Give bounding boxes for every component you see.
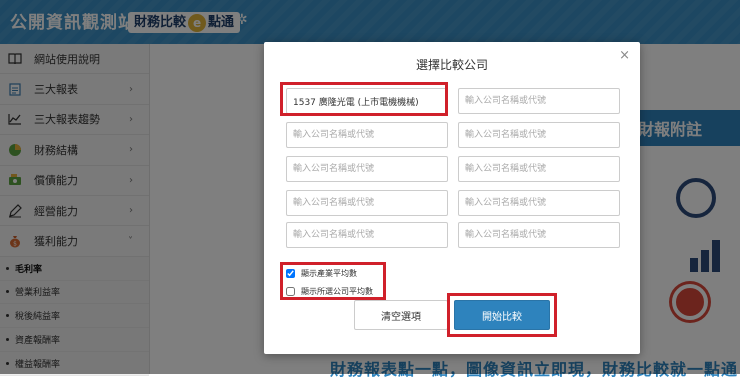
company-input-5[interactable] xyxy=(286,156,448,182)
company-input-10[interactable] xyxy=(458,222,620,248)
highlight-box-start xyxy=(447,293,557,337)
highlight-box-company xyxy=(280,82,448,116)
highlight-box-checkboxes xyxy=(280,262,386,300)
compare-company-dialog: 選擇比較公司 × 顯示產業平均數 顯示所選公司平均數 清空選項 開始比較 xyxy=(264,42,640,354)
company-input-6[interactable] xyxy=(458,156,620,182)
close-icon[interactable]: × xyxy=(619,48,630,63)
company-input-7[interactable] xyxy=(286,190,448,216)
company-input-4[interactable] xyxy=(458,122,620,148)
company-input-9[interactable] xyxy=(286,222,448,248)
company-input-2[interactable] xyxy=(458,88,620,114)
dialog-title: 選擇比較公司 xyxy=(415,58,488,72)
company-input-3[interactable] xyxy=(286,122,448,148)
company-input-8[interactable] xyxy=(458,190,620,216)
clear-selection-button[interactable]: 清空選項 xyxy=(354,300,448,330)
